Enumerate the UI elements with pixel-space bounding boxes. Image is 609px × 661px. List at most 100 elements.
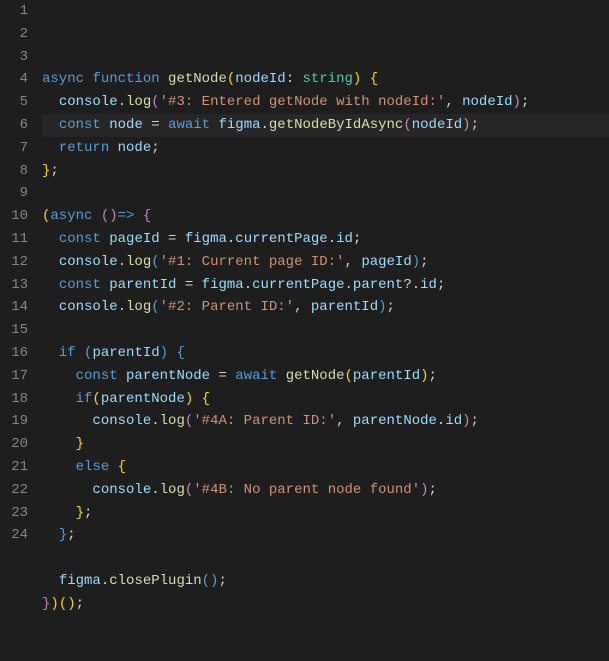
code-line[interactable] <box>42 182 609 205</box>
code-line[interactable]: console.log('#1: Current page ID:', page… <box>42 251 609 274</box>
code-line[interactable]: const parentNode = await getNode(parentI… <box>42 365 609 388</box>
code-line[interactable]: console.log('#4A: Parent ID:', parentNod… <box>42 410 609 433</box>
code-token: , <box>345 254 362 270</box>
code-token: ; <box>521 94 529 110</box>
code-line[interactable]: })(); <box>42 593 609 616</box>
code-token: ) <box>513 94 521 110</box>
code-token: currentPage <box>252 277 344 293</box>
code-token: ( <box>227 71 235 87</box>
code-line[interactable]: const pageId = figma.currentPage.id; <box>42 228 609 251</box>
code-line[interactable]: console.log('#4B: No parent node found')… <box>42 479 609 502</box>
code-line[interactable]: }; <box>42 160 609 183</box>
code-token: await <box>235 368 285 384</box>
code-token: ; <box>353 231 361 247</box>
code-token: ) <box>50 596 58 612</box>
code-token: parentId <box>311 299 378 315</box>
code-token: figma <box>218 117 260 133</box>
line-number: 5 <box>0 91 28 114</box>
code-token: ( <box>151 299 159 315</box>
code-token: ; <box>218 573 226 589</box>
code-token: ( <box>151 254 159 270</box>
code-line[interactable]: }; <box>42 524 609 547</box>
code-token <box>42 231 59 247</box>
code-token: console <box>92 413 151 429</box>
code-token: const <box>59 231 109 247</box>
code-token: ) <box>420 368 428 384</box>
code-line[interactable]: async function getNode(nodeId: string) { <box>42 68 609 91</box>
code-line[interactable]: figma.closePlugin(); <box>42 570 609 593</box>
code-token: id <box>445 413 462 429</box>
line-number: 19 <box>0 410 28 433</box>
code-token: id <box>420 277 437 293</box>
code-token: ( <box>92 391 100 407</box>
code-token: () <box>59 596 76 612</box>
line-number: 22 <box>0 479 28 502</box>
code-line[interactable]: if(parentNode) { <box>42 388 609 411</box>
code-line[interactable] <box>42 547 609 570</box>
line-number: 21 <box>0 456 28 479</box>
code-token: . <box>151 482 159 498</box>
code-token: '#4A: Parent ID:' <box>193 413 336 429</box>
code-token: = <box>160 231 185 247</box>
code-token: figma <box>185 231 227 247</box>
code-line[interactable]: (async ()=> { <box>42 205 609 228</box>
line-number: 6 <box>0 114 28 137</box>
code-token: . <box>244 277 252 293</box>
code-token: '#4B: No parent node found' <box>193 482 420 498</box>
code-line[interactable]: }; <box>42 502 609 525</box>
code-line[interactable]: else { <box>42 456 609 479</box>
code-token: const <box>59 277 109 293</box>
code-token: nodeId <box>412 117 462 133</box>
code-token: ; <box>429 482 437 498</box>
code-token: , <box>294 299 311 315</box>
code-line[interactable] <box>42 319 609 342</box>
code-token: ( <box>185 413 193 429</box>
code-token: async <box>50 208 100 224</box>
code-token: currentPage <box>235 231 327 247</box>
code-token: log <box>160 413 185 429</box>
line-number: 9 <box>0 182 28 205</box>
code-line[interactable]: if (parentId) { <box>42 342 609 365</box>
code-token: () <box>202 573 219 589</box>
code-token: log <box>160 482 185 498</box>
code-token: console <box>92 482 151 498</box>
code-token: { <box>118 459 126 475</box>
code-token: () <box>101 208 118 224</box>
line-number: 2 <box>0 23 28 46</box>
line-number: 4 <box>0 68 28 91</box>
code-token: if <box>76 391 93 407</box>
code-line[interactable]: const parentId = figma.currentPage.paren… <box>42 274 609 297</box>
code-token: , <box>445 94 462 110</box>
code-token: { <box>143 208 151 224</box>
code-token: pageId <box>109 231 159 247</box>
code-token: } <box>76 505 84 521</box>
code-line[interactable]: return node; <box>42 137 609 160</box>
code-token: . <box>101 573 109 589</box>
code-token: figma <box>202 277 244 293</box>
code-token: } <box>59 527 67 543</box>
code-token: ) <box>378 299 386 315</box>
code-token: '#2: Parent ID:' <box>160 299 294 315</box>
code-line[interactable]: console.log('#3: Entered getNode with no… <box>42 91 609 114</box>
code-area[interactable]: async function getNode(nodeId: string) {… <box>42 0 609 548</box>
line-number: 3 <box>0 46 28 69</box>
code-token: if <box>59 345 84 361</box>
code-line[interactable]: console.log('#2: Parent ID:', parentId); <box>42 296 609 319</box>
code-token: parentId <box>109 277 176 293</box>
code-token: ; <box>387 299 395 315</box>
code-token <box>42 368 76 384</box>
code-token <box>42 459 76 475</box>
code-token: await <box>168 117 218 133</box>
code-token: ?. <box>403 277 420 293</box>
code-editor[interactable]: 123456789101112131415161718192021222324 … <box>0 0 609 548</box>
code-line[interactable]: } <box>42 433 609 456</box>
line-number: 13 <box>0 274 28 297</box>
code-line[interactable]: const node = await figma.getNodeByIdAsyn… <box>42 114 609 137</box>
code-token: { <box>176 345 184 361</box>
line-number: 7 <box>0 137 28 160</box>
code-token: ( <box>403 117 411 133</box>
code-token: = <box>210 368 235 384</box>
code-token: string <box>303 71 353 87</box>
code-token: parent <box>353 277 403 293</box>
code-token: nodeId <box>235 71 285 87</box>
